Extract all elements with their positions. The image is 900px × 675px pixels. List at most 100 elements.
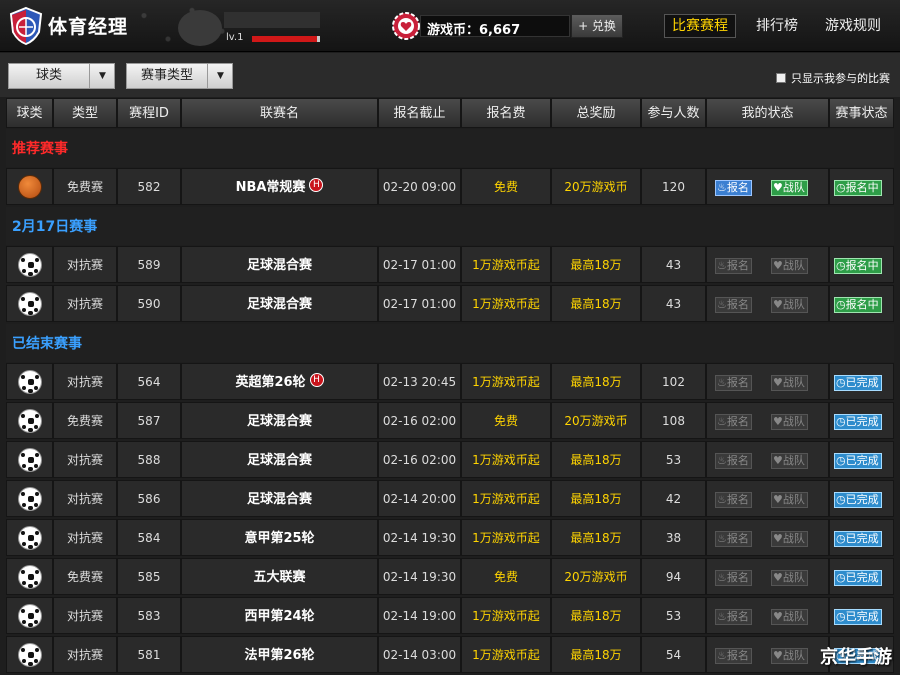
team-button[interactable]: ♥战队: [771, 648, 808, 664]
event-status-badge: ◷已完成: [834, 531, 882, 547]
signup-button[interactable]: ♨报名: [715, 375, 752, 391]
nav-leaderboard[interactable]: 排行榜: [756, 14, 798, 38]
signup-label: 报名: [726, 259, 749, 272]
header-col-players: 参与人数: [641, 98, 706, 128]
section-title: 推荐赛事: [6, 129, 894, 167]
event-type-select[interactable]: 赛事类型 ▼: [126, 63, 233, 89]
cell-my-status: ♨报名 ♥战队: [706, 246, 829, 283]
cell-id: 589: [117, 246, 181, 283]
cell-id: 584: [117, 519, 181, 556]
shield-icon: ♥: [773, 376, 783, 389]
cell-event-status: ◷已完成: [829, 480, 894, 517]
soccer-ball-icon: [18, 370, 42, 394]
league-name[interactable]: NBA常规赛: [236, 180, 306, 195]
only-mine-label[interactable]: 只显示我参与的比赛: [791, 70, 890, 86]
team-button[interactable]: ♥战队: [771, 492, 808, 508]
cell-players: 54: [641, 636, 706, 673]
event-status-label: 已完成: [845, 610, 879, 623]
team-button[interactable]: ♥战队: [771, 453, 808, 469]
signup-button[interactable]: ♨报名: [715, 531, 752, 547]
header-col-event-status: 赛事状态: [829, 98, 894, 128]
event-status-badge: ◷报名中: [834, 297, 882, 313]
soccer-patch: [22, 581, 26, 585]
team-label: 战队: [782, 376, 805, 389]
soccer-patch: [28, 623, 33, 627]
signup-button[interactable]: ♨报名: [715, 258, 752, 274]
league-name[interactable]: 五大联赛: [253, 570, 305, 585]
soccer-patch: [28, 457, 34, 463]
soccer-ball-icon: [18, 487, 42, 511]
event-status-badge: ◷报名中: [834, 180, 882, 196]
team-button[interactable]: ♥战队: [771, 180, 808, 196]
team-button[interactable]: ♥战队: [771, 609, 808, 625]
nav-schedule[interactable]: 比赛赛程: [664, 14, 736, 38]
signup-button[interactable]: ♨报名: [715, 648, 752, 664]
team-button[interactable]: ♥战队: [771, 297, 808, 313]
clock-icon: ◷: [836, 532, 846, 545]
cell-league: 足球混合赛: [181, 441, 378, 478]
cell-players: 108: [641, 402, 706, 439]
soccer-patch: [34, 503, 38, 507]
cell-fee: 免费: [461, 558, 551, 595]
soccer-patch: [21, 297, 25, 301]
only-mine-checkbox[interactable]: [776, 73, 786, 83]
header-col-id: 赛程ID: [117, 98, 181, 128]
event-status-badge: ◷已完成: [834, 414, 882, 430]
league-name[interactable]: 法甲第26轮: [244, 648, 314, 663]
signup-button[interactable]: ♨报名: [715, 414, 752, 430]
team-button[interactable]: ♥战队: [771, 531, 808, 547]
league-name[interactable]: 足球混合赛: [247, 414, 312, 429]
signup-button[interactable]: ♨报名: [715, 453, 752, 469]
signup-button[interactable]: ♨报名: [715, 609, 752, 625]
team-button[interactable]: ♥战队: [771, 570, 808, 586]
cell-deadline: 02-14 19:00: [378, 597, 461, 634]
league-name[interactable]: 足球混合赛: [247, 492, 312, 507]
cell-event-status: ◷已完成: [829, 402, 894, 439]
league-name[interactable]: 足球混合赛: [247, 297, 312, 312]
soccer-patch: [28, 652, 34, 658]
cell-league: 足球混合赛: [181, 480, 378, 517]
team-button[interactable]: ♥战队: [771, 414, 808, 430]
signup-button[interactable]: ♨报名: [715, 492, 752, 508]
cell-my-status: ♨报名 ♥战队: [706, 558, 829, 595]
cell-id: 582: [117, 168, 181, 205]
cell-reward: 最高18万: [551, 480, 641, 517]
clock-icon: ◷: [836, 259, 846, 272]
flame-icon: ♨: [717, 532, 727, 545]
shield-icon: ♥: [773, 454, 783, 467]
cell-sport: [6, 441, 53, 478]
filter-bar: 球类 ▼ 赛事类型 ▼: [0, 53, 900, 97]
cell-deadline: 02-14 19:30: [378, 558, 461, 595]
event-status-label: 已完成: [845, 376, 879, 389]
soccer-patch: [28, 496, 34, 502]
signup-button[interactable]: ♨报名: [715, 570, 752, 586]
soccer-patch: [21, 414, 25, 418]
app-window: 体育经理 lv.1 游戏币：6,667 + 兑换 比赛赛程 排行榜 游戏规则 球…: [0, 0, 900, 675]
signup-label: 报名: [726, 376, 749, 389]
league-name[interactable]: 西甲第24轮: [244, 609, 314, 624]
username-box: [224, 12, 320, 28]
signup-button[interactable]: ♨报名: [715, 180, 752, 196]
chevron-down-icon: ▼: [207, 64, 233, 88]
avatar[interactable]: [178, 10, 222, 46]
soccer-ball-icon: [18, 448, 42, 472]
soccer-ball-icon: [18, 409, 42, 433]
signup-label: 报名: [726, 415, 749, 428]
team-button[interactable]: ♥战队: [771, 375, 808, 391]
soccer-patch: [28, 613, 34, 619]
nav-rules[interactable]: 游戏规则: [825, 14, 881, 38]
cell-my-status: ♨报名 ♥战队: [706, 480, 829, 517]
soccer-patch: [28, 428, 33, 432]
signup-button[interactable]: ♨报名: [715, 297, 752, 313]
team-button[interactable]: ♥战队: [771, 258, 808, 274]
league-name[interactable]: 意甲第25轮: [244, 531, 314, 546]
league-name[interactable]: 足球混合赛: [247, 258, 312, 273]
league-name[interactable]: 英超第26轮: [235, 375, 305, 390]
exchange-button[interactable]: + 兑换: [571, 14, 623, 38]
clock-icon: ◷: [836, 181, 846, 194]
league-name[interactable]: 足球混合赛: [247, 453, 312, 468]
sport-select[interactable]: 球类 ▼: [8, 63, 115, 89]
cell-event-status: ◷已完成: [829, 597, 894, 634]
coin-heart-icon: [392, 12, 420, 40]
header-col-league: 联赛名: [181, 98, 378, 128]
